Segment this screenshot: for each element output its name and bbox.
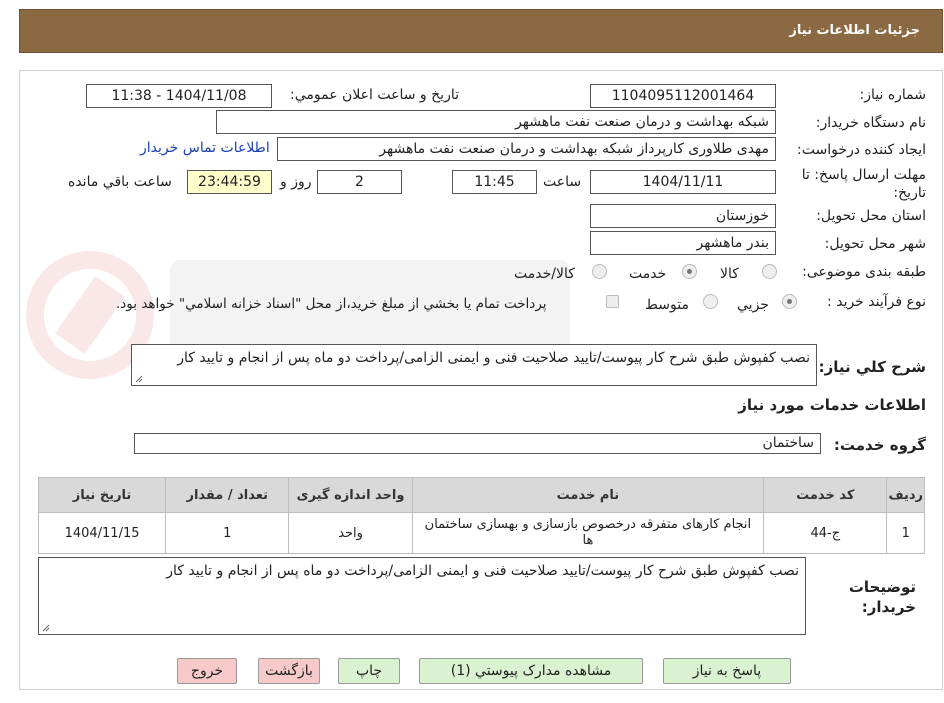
buyer-notes-field[interactable]: نصب کفپوش طبق شرح کار پیوست/تایید صلاحیت… [38, 557, 806, 635]
page-title: جزئیات اطلاعات نیاز [789, 23, 920, 38]
purchase-type-medium-radio[interactable] [703, 294, 718, 309]
cell-qty: 1 [165, 512, 290, 554]
resize-grip-icon[interactable] [135, 375, 143, 383]
cell-date: 1404/11/15 [37, 512, 167, 554]
deadline-label: مهلت ارسال پاسخ: تا تاریخ: [801, 167, 926, 201]
col-unit: واحد اندازه گيری [288, 477, 413, 513]
back-button[interactable]: بازگشت [258, 658, 320, 684]
col-name: نام خدمت [411, 477, 765, 513]
services-table-header: رديف کد خدمت نام خدمت واحد اندازه گيری ت… [37, 477, 925, 513]
service-group-field: ساختمان [134, 433, 821, 454]
col-row: رديف [886, 477, 925, 513]
services-table: رديف کد خدمت نام خدمت واحد اندازه گيری ت… [37, 477, 925, 554]
need-number-label: شماره نیاز: [859, 87, 927, 103]
resize-grip-icon[interactable] [42, 624, 50, 632]
general-description-label: شرح کلي نياز: [818, 358, 926, 376]
col-date: تاريخ نياز [37, 477, 167, 513]
purchase-type-minor-label: جزيي [737, 297, 769, 313]
category-option-goods-label: کالا [720, 266, 739, 282]
buyer-notes-text: نصب کفپوش طبق شرح کار پیوست/تایید صلاحیت… [166, 563, 799, 579]
purchase-type-medium-label: متوسط [645, 297, 689, 313]
cell-code: ج-44 [763, 512, 888, 554]
table-row: 1 ج-44 انجام کارهای متفرقه درخصوص بازساز… [37, 512, 925, 554]
deadline-time-field: 11:45 [452, 170, 537, 194]
service-group-label: گروه خدمت: [833, 436, 926, 454]
buyer-org-label: نام دستگاه خريدار: [815, 115, 926, 131]
requester-field: مهدی طلاوری کارپرداز شبکه بهداشت و درمان… [277, 137, 776, 161]
print-button[interactable]: چاپ [338, 658, 400, 684]
col-qty: تعداد / مقدار [165, 477, 290, 513]
announce-datetime-label: تاریخ و ساعت اعلان عمومي: [290, 87, 459, 103]
general-description-field[interactable]: نصب کفپوش طبق شرح کار پیوست/تایید صلاحیت… [131, 344, 817, 386]
buyer-org-field: شبکه بهداشت و درمان صنعت نفت ماهشهر [216, 110, 776, 134]
deadline-date-field: 1404/11/11 [590, 170, 776, 194]
category-both-radio[interactable] [592, 264, 607, 279]
treasury-payment-note: پرداخت تمام يا بخشي از مبلغ خريد،از محل … [116, 296, 547, 312]
view-attachments-button[interactable]: مشاهده مدارک پيوستي (1) [419, 658, 643, 684]
reply-button[interactable]: پاسخ به نياز [663, 658, 791, 684]
category-goods-radio[interactable] [762, 264, 777, 279]
remaining-time-field: 23:44:59 [187, 170, 272, 194]
buyer-notes-label: توضيحات خريدار: [848, 578, 916, 616]
cell-row: 1 [886, 512, 925, 554]
delivery-city-field: بندر ماهشهر [590, 231, 776, 255]
deadline-days-field: 2 [317, 170, 402, 194]
col-code: کد خدمت [763, 477, 888, 513]
requester-label: ايجاد کننده درخواست: [797, 142, 926, 158]
delivery-province-label: استان محل تحويل: [816, 208, 926, 224]
exit-button[interactable]: خروج [177, 658, 237, 684]
remaining-time-label: ساعت باقي مانده [68, 174, 172, 190]
page-header: جزئیات اطلاعات نیاز [19, 9, 943, 53]
announce-datetime-field: 1404/11/08 - 11:38 [86, 84, 272, 108]
cell-unit: واحد [288, 512, 413, 554]
delivery-city-label: شهر محل تحويل: [824, 236, 926, 252]
treasury-payment-checkbox[interactable] [606, 295, 619, 308]
deadline-time-label: ساعت [543, 174, 582, 190]
purchase-type-label: نوع فرآيند خريد : [827, 294, 926, 310]
cell-name: انجام کارهای متفرقه درخصوص بازسازی و بهس… [411, 512, 765, 554]
deadline-days-label: روز و [280, 174, 312, 190]
services-section-title: اطلاعات خدمات مورد نياز [738, 396, 926, 414]
need-number-field: 1104095112001464 [590, 84, 776, 108]
general-description-text: نصب کفپوش طبق شرح کار پیوست/تایید صلاحیت… [177, 350, 810, 366]
buyer-contact-link[interactable]: اطلاعات تماس خريدار [140, 140, 270, 156]
category-option-service-label: خدمت [629, 266, 667, 282]
delivery-province-field: خوزستان [590, 204, 776, 228]
category-service-radio[interactable] [682, 264, 697, 279]
category-label: طبقه بندی موضوعی: [802, 264, 926, 280]
category-option-both-label: کالا/خدمت [514, 266, 575, 282]
purchase-type-minor-radio[interactable] [782, 294, 797, 309]
